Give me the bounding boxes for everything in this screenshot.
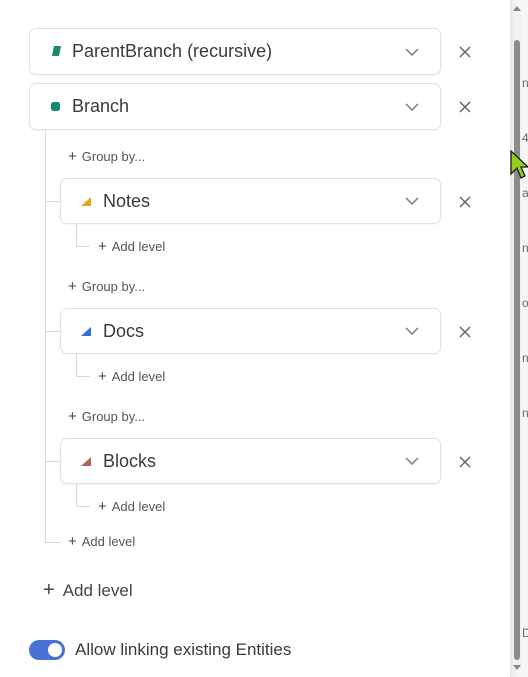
tree-connector [76, 376, 90, 377]
background-text-fragment: a [522, 186, 528, 200]
background-text-fragment: n [522, 351, 528, 365]
parentbranch-icon [52, 46, 61, 56]
scroll-down-icon[interactable] [512, 664, 522, 672]
scroll-up-icon[interactable] [512, 4, 522, 12]
docs-icon [81, 327, 91, 336]
tree-connector [76, 506, 90, 507]
add-level-label: Add level [81, 534, 136, 549]
remove-docs-button[interactable] [457, 324, 473, 340]
tree-connector [45, 331, 61, 332]
notes-label: Notes [103, 191, 151, 211]
plus-icon: + [98, 368, 107, 385]
add-level-main-label: Add level [62, 581, 133, 600]
group-by-label: Group by... [81, 409, 146, 424]
notes-icon [81, 197, 91, 206]
scrollbar-thumb[interactable] [514, 40, 520, 660]
tree-connector [45, 201, 61, 202]
group-by-button[interactable]: + Group by... [68, 148, 145, 165]
tree-connector [45, 461, 61, 462]
toggle-knob [48, 643, 62, 657]
allow-linking-label: Allow linking existing Entities [75, 640, 292, 659]
tree-connector [45, 542, 61, 543]
branch-label: Branch [72, 96, 130, 116]
tree-connector [76, 224, 77, 247]
plus-icon: + [68, 408, 77, 425]
tree-connector [76, 354, 77, 377]
background-text-fragment: n [522, 76, 528, 90]
background-text-fragment: D [522, 626, 528, 640]
parentbranch-label: ParentBranch (recursive) [72, 41, 273, 61]
plus-icon: + [68, 278, 77, 295]
add-level-label: Add level [111, 369, 166, 384]
plus-icon: + [68, 533, 77, 550]
add-level-button[interactable]: + Add level [98, 498, 165, 515]
add-level-label: Add level [111, 239, 166, 254]
remove-notes-button[interactable] [457, 194, 473, 210]
docs-label: Docs [103, 321, 145, 341]
blocks-icon [81, 457, 91, 466]
mouse-cursor-icon [510, 150, 528, 179]
add-level-button[interactable]: + Add level [98, 368, 165, 385]
group-by-label: Group by... [81, 279, 146, 294]
group-by-button[interactable]: + Group by... [68, 408, 145, 425]
add-level-button[interactable]: + Add level [98, 238, 165, 255]
chevron-down-icon[interactable] [405, 326, 419, 336]
tree-connector [76, 246, 90, 247]
remove-branch-button[interactable] [457, 99, 473, 115]
background-text-fragment: n [522, 406, 528, 420]
group-by-label: Group by... [81, 149, 146, 164]
branch-icon [51, 102, 60, 111]
tree-connector [45, 130, 46, 543]
chevron-down-icon[interactable] [405, 102, 419, 112]
tree-connector [76, 484, 77, 507]
remove-blocks-button[interactable] [457, 454, 473, 470]
remove-parentbranch-button[interactable] [457, 44, 473, 60]
group-by-button[interactable]: + Group by... [68, 278, 145, 295]
background-text-fragment: o [522, 296, 528, 310]
add-level-button[interactable]: + Add level [68, 533, 135, 550]
plus-icon: + [43, 579, 55, 601]
chevron-down-icon[interactable] [405, 47, 419, 57]
allow-linking-toggle[interactable] [29, 640, 65, 660]
add-level-main-button[interactable]: + Add level [43, 579, 133, 602]
add-level-label: Add level [111, 499, 166, 514]
plus-icon: + [98, 498, 107, 515]
blocks-label: Blocks [103, 451, 157, 471]
background-text-fragment: 4 [522, 131, 528, 145]
background-text-fragment: n [522, 241, 528, 255]
chevron-down-icon[interactable] [405, 456, 419, 466]
plus-icon: + [68, 148, 77, 165]
plus-icon: + [98, 238, 107, 255]
chevron-down-icon[interactable] [405, 196, 419, 206]
